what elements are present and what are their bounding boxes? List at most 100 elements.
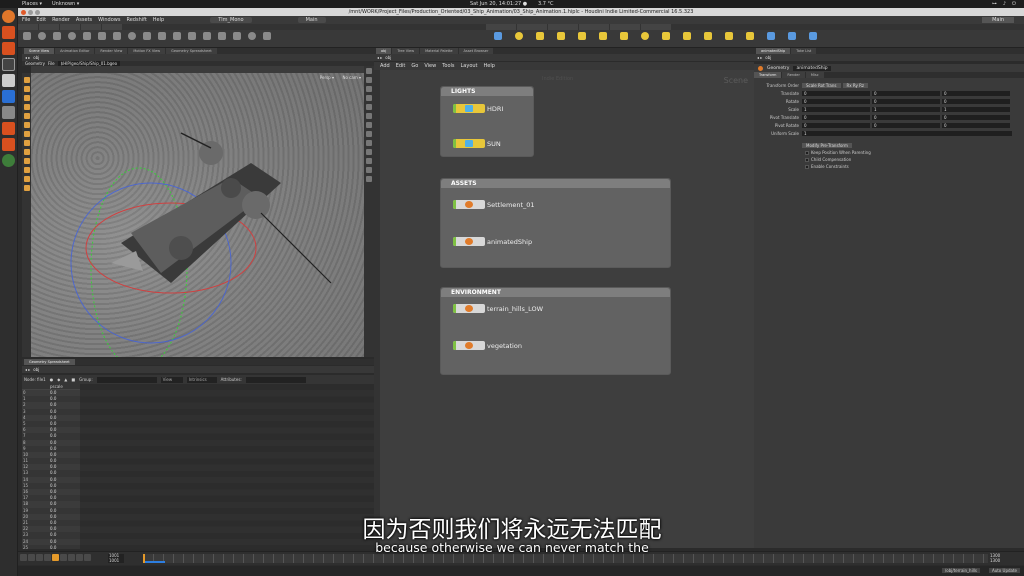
clock[interactable]: Sat Jun 20, 14:01:27 ● bbox=[470, 1, 527, 7]
param-field[interactable]: 1 bbox=[802, 130, 1012, 136]
node-label[interactable]: Settlement_01 bbox=[487, 201, 535, 209]
circle-tool[interactable] bbox=[125, 31, 139, 47]
timeline-bar[interactable] bbox=[143, 554, 988, 563]
app-menu[interactable]: Unknown ▾ bbox=[52, 1, 79, 7]
3d-viewport[interactable]: Persp ▾ No cam ▾ bbox=[31, 73, 364, 357]
shelf-tab[interactable] bbox=[39, 24, 59, 30]
param-field[interactable]: 1 bbox=[942, 106, 1010, 112]
node-name-field[interactable]: animatedShip bbox=[793, 65, 831, 71]
node-sun[interactable]: SUN bbox=[453, 139, 501, 148]
display-flag[interactable] bbox=[453, 139, 456, 148]
network-box-title[interactable]: ENVIRONMENT bbox=[441, 288, 670, 297]
net-menu-go[interactable]: Go bbox=[411, 63, 418, 69]
l-system-tool[interactable] bbox=[230, 31, 244, 47]
rotate-icon[interactable] bbox=[23, 95, 30, 101]
minimize-icon[interactable] bbox=[28, 9, 33, 15]
file-tool[interactable] bbox=[260, 31, 274, 47]
param-field[interactable]: 0 bbox=[942, 114, 1010, 120]
ruler-icon[interactable] bbox=[23, 167, 30, 173]
group-field[interactable] bbox=[96, 376, 157, 383]
prev-key-icon[interactable] bbox=[28, 554, 35, 561]
display-flag[interactable] bbox=[453, 104, 456, 113]
pivot-icon[interactable] bbox=[23, 176, 30, 182]
update-mode-button[interactable]: Auto Update bbox=[988, 568, 1020, 573]
shading-icon[interactable] bbox=[366, 86, 372, 92]
sky-light-tool[interactable] bbox=[656, 31, 676, 47]
back-icon[interactable]: ◂ ▸ bbox=[757, 55, 762, 60]
shelf-set-selector[interactable]: Tlm_Mono bbox=[210, 17, 252, 23]
menu-assets[interactable]: Assets bbox=[76, 17, 92, 23]
param-checkbox[interactable]: Keep Position When Parenting bbox=[805, 150, 871, 155]
torus-tool[interactable] bbox=[65, 31, 79, 47]
points-icon[interactable] bbox=[366, 104, 372, 110]
move-icon[interactable] bbox=[23, 86, 30, 92]
curve-tool[interactable] bbox=[140, 31, 154, 47]
network-icon[interactable]: ⊶ bbox=[992, 1, 997, 7]
detail-icon[interactable]: ■ bbox=[71, 377, 75, 382]
node-label[interactable]: animatedShip bbox=[487, 238, 532, 246]
guides-icon[interactable] bbox=[366, 131, 372, 137]
menu-render[interactable]: Render bbox=[52, 17, 70, 23]
visualizer-icon[interactable] bbox=[366, 158, 372, 164]
net-menu-add[interactable]: Add bbox=[380, 63, 390, 69]
param-checkbox[interactable]: Enable Constraints bbox=[805, 164, 849, 169]
back-icon[interactable]: ◂ ▸ bbox=[25, 55, 30, 60]
portal-light-tool[interactable] bbox=[719, 31, 739, 47]
houdini-indie-icon[interactable] bbox=[2, 138, 15, 151]
net-menu-help[interactable]: Help bbox=[484, 63, 495, 69]
param-field[interactable]: 0 bbox=[802, 122, 870, 128]
settings-icon[interactable] bbox=[2, 90, 15, 103]
close-icon[interactable] bbox=[21, 9, 26, 15]
menu-windows[interactable]: Windows bbox=[98, 17, 120, 23]
places-menu[interactable]: Places ▾ bbox=[22, 1, 42, 7]
stop-icon[interactable] bbox=[52, 554, 59, 561]
distant-light-tool[interactable] bbox=[614, 31, 634, 47]
viewport-no-cam-menu[interactable]: No cam ▾ bbox=[342, 75, 361, 80]
playhead[interactable] bbox=[143, 554, 145, 563]
primitives-icon[interactable]: ▲ bbox=[64, 377, 67, 382]
parameter-path[interactable]: obj bbox=[765, 55, 771, 60]
shelf-tab[interactable] bbox=[486, 24, 516, 30]
pose-icon[interactable] bbox=[23, 122, 30, 128]
end-frame-field-2[interactable]: 1300 bbox=[990, 558, 1000, 564]
shelf-tab[interactable] bbox=[610, 24, 640, 30]
view-icon[interactable] bbox=[23, 131, 30, 137]
node-terrain-hills-low[interactable]: terrain_hills_LOW bbox=[453, 304, 543, 313]
shelf-tab[interactable] bbox=[18, 24, 38, 30]
spreadsheet-path[interactable]: obj bbox=[33, 367, 39, 372]
box-tool[interactable] bbox=[20, 31, 34, 47]
attributes-field[interactable] bbox=[245, 376, 306, 383]
lock-icon[interactable] bbox=[23, 185, 30, 191]
desktop-right-selector[interactable]: Main bbox=[982, 17, 1014, 23]
shelf-tab[interactable] bbox=[548, 24, 578, 30]
modify-pre-transform-button[interactable]: Modify Pre-Transform bbox=[802, 142, 852, 148]
net-menu-layout[interactable]: Layout bbox=[461, 63, 478, 69]
caustic-light-tool[interactable] bbox=[698, 31, 718, 47]
node-body[interactable] bbox=[453, 139, 485, 148]
transform-order-select[interactable]: Scale Rot Trans bbox=[802, 82, 841, 88]
camera-tool[interactable] bbox=[488, 31, 508, 47]
checkbox-icon[interactable] bbox=[805, 164, 809, 169]
last-frame-icon[interactable] bbox=[84, 554, 91, 561]
volume-icon[interactable]: ♪ bbox=[1003, 1, 1006, 7]
display-icon[interactable] bbox=[366, 68, 372, 74]
back-icon[interactable]: ◂ ▸ bbox=[377, 55, 382, 60]
param-field[interactable]: 1 bbox=[872, 106, 940, 112]
maximize-icon[interactable] bbox=[35, 9, 40, 15]
grid-tool[interactable] bbox=[80, 31, 94, 47]
network-box-lights[interactable]: LIGHTS HDRI SUN bbox=[440, 86, 534, 157]
normals-icon[interactable] bbox=[366, 113, 372, 119]
spot-light-tool[interactable] bbox=[530, 31, 550, 47]
node-body[interactable] bbox=[453, 104, 485, 113]
grid-display-icon[interactable] bbox=[366, 122, 372, 128]
chrome-icon[interactable] bbox=[2, 154, 15, 167]
node-body[interactable] bbox=[453, 200, 485, 209]
checkbox-icon[interactable] bbox=[805, 157, 809, 162]
status-node-path[interactable]: /obj/terrain_hills bbox=[941, 568, 980, 573]
intrinsics-dropdown[interactable]: Intrinsics bbox=[186, 376, 217, 383]
param-field[interactable]: 0 bbox=[802, 98, 870, 104]
menu-edit[interactable]: Edit bbox=[36, 17, 46, 23]
files-icon[interactable] bbox=[2, 74, 15, 87]
shelf-tab[interactable] bbox=[81, 24, 101, 30]
pin-icon[interactable] bbox=[23, 158, 30, 164]
